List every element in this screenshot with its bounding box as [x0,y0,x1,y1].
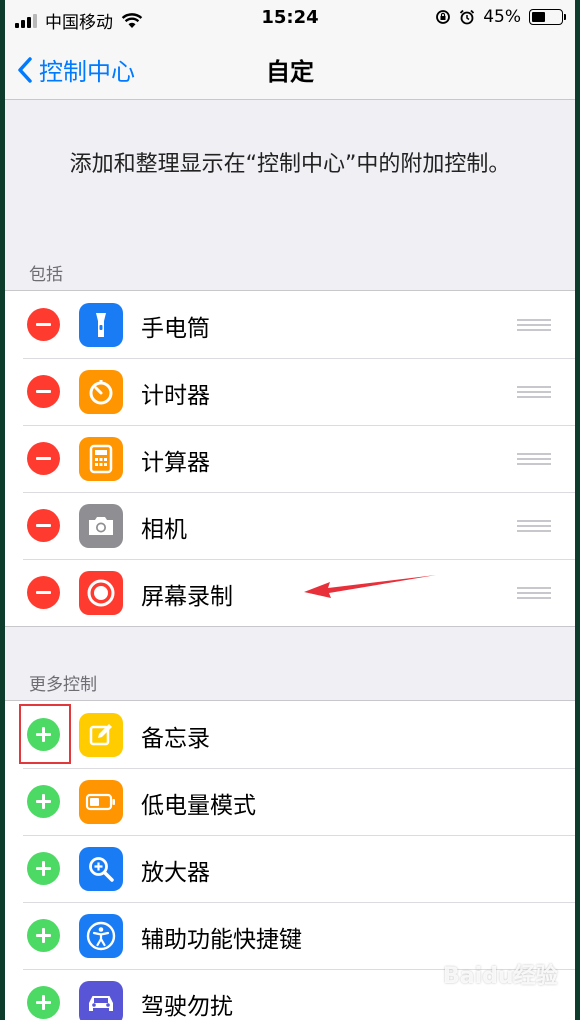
low-power-icon [79,780,123,824]
battery-percent: 45% [483,7,521,27]
alarm-icon [460,9,475,25]
battery-level [532,12,545,22]
reorder-handle[interactable] [517,453,551,465]
list-item: 相机 [5,492,575,559]
item-label: 计算器 [141,450,210,476]
item-label: 辅助功能快捷键 [141,927,302,953]
remove-button[interactable] [27,442,60,475]
item-label: 相机 [141,517,187,543]
car-icon [79,981,123,1020]
remove-button[interactable] [27,509,60,542]
item-label: 低电量模式 [141,793,256,819]
status-right: 45% [435,7,566,27]
remove-button[interactable] [27,308,60,341]
remove-button[interactable] [27,375,60,408]
watermark: Baidu经验 [443,964,558,989]
description-text: 添加和整理显示在“控制中心”中的附加控制。 [69,152,511,177]
add-button[interactable] [27,986,60,1019]
battery-icon [529,9,566,25]
reorder-handle[interactable] [517,319,551,331]
list-item: 计算器 [5,425,575,492]
page-title: 自定 [266,58,314,86]
flashlight-icon [79,303,123,347]
red-arrow-annotation [304,575,436,598]
add-button[interactable] [27,919,60,952]
add-button[interactable] [27,852,60,885]
navigation-bar: 控制中心 自定 [5,36,575,100]
reorder-handle[interactable] [517,587,551,599]
item-label: 屏幕录制 [141,584,233,610]
calculator-icon [79,437,123,481]
list-item: 手电筒 [5,291,575,358]
item-label: 备忘录 [141,726,210,752]
settings-screen: 中国移动 15:24 45% 控制中心 自定 添加和整理显示在“控制中心”中的附… [5,0,575,1020]
watermark-url: jingyan.baidu.com [467,990,569,1003]
magnifier-icon [79,847,123,891]
status-bar: 中国移动 15:24 45% [5,0,575,36]
list-item: 屏幕录制 [5,559,575,626]
camera-icon [79,504,123,548]
reorder-handle[interactable] [517,520,551,532]
rotation-lock-icon [436,10,451,24]
screen-record-icon [79,571,123,615]
item-label: 计时器 [141,383,210,409]
section-header-included: 包括 [29,265,63,285]
accessibility-icon [79,914,123,958]
included-list: 手电筒 计时器 计算器 相机 屏幕录制 [5,290,575,627]
list-item: 备忘录 [5,701,575,768]
timer-icon [79,370,123,414]
section-header-more: 更多控制 [29,675,97,695]
reorder-handle[interactable] [517,386,551,398]
add-button[interactable] [27,785,60,818]
list-item: 低电量模式 [5,768,575,835]
item-label: 放大器 [141,860,210,886]
list-item: 计时器 [5,358,575,425]
notes-icon [79,713,123,757]
highlight-box [19,704,71,764]
list-item: 放大器 [5,835,575,902]
item-label: 手电筒 [141,316,210,342]
item-label: 驾驶勿扰 [141,994,233,1020]
remove-button[interactable] [27,576,60,609]
